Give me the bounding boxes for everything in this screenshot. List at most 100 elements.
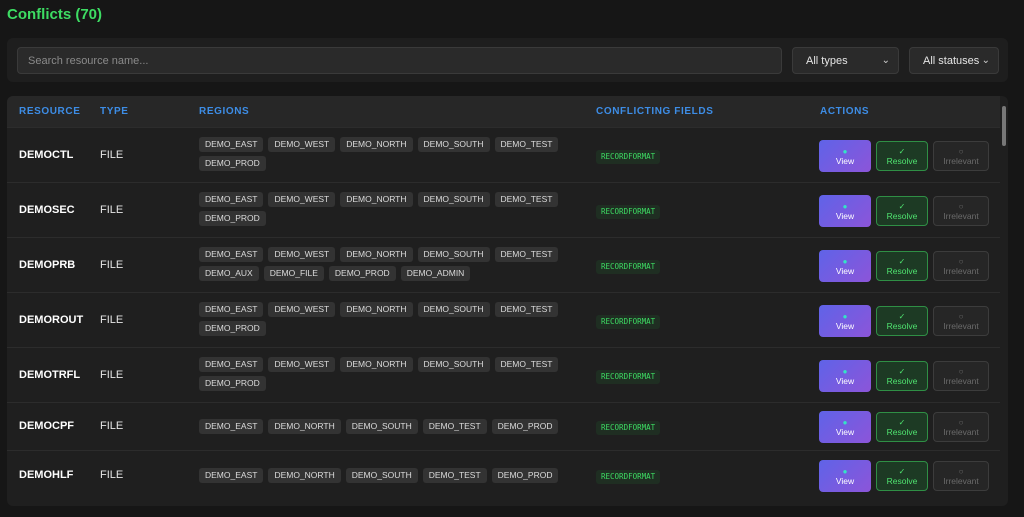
region-chip: DEMO_TEST	[494, 302, 559, 317]
resolve-button[interactable]: ✓ Resolve	[876, 306, 928, 336]
view-button[interactable]: ● View	[819, 250, 871, 282]
conflicting-field-chip: RECORDFORMAT	[596, 370, 661, 384]
irrelevant-label: Irrelevant	[943, 210, 979, 221]
resolve-button[interactable]: ✓ Resolve	[876, 196, 928, 226]
view-button[interactable]: ● View	[819, 360, 871, 392]
resolve-button[interactable]: ✓ Resolve	[876, 461, 928, 491]
region-list: DEMO_EAST DEMO_WEST DEMO_NORTH DEMO_SOUTH DE…	[199, 302, 579, 336]
view-button[interactable]: ● View	[819, 140, 871, 172]
resolve-label: Resolve	[886, 265, 918, 276]
resolve-button[interactable]: ✓ Resolve	[876, 251, 928, 281]
region-list: DEMO_EAST DEMO_WEST DEMO_NORTH DEMO_SOUTH DE…	[199, 192, 579, 226]
region-chip: DEMO_PROD	[199, 321, 266, 336]
resource-name: DEMOTRFL	[19, 369, 81, 381]
column-header-actions: ACTIONS	[820, 106, 870, 117]
dot-icon: ●	[842, 417, 848, 427]
resolve-button[interactable]: ✓ Resolve	[876, 412, 928, 442]
region-list: DEMO_EAST DEMO_NORTH DEMO_SOUTH DEMO_TEST DE…	[199, 468, 579, 483]
view-label: View	[835, 475, 855, 486]
region-chip: DEMO_EAST	[199, 419, 264, 434]
table-row: DEMOPRB FILE DEMO_EAST DEMO_WEST DEMO_NORTH D…	[7, 237, 1000, 292]
view-button[interactable]: ● View	[819, 195, 871, 227]
region-chip: DEMO_TEST	[494, 192, 559, 207]
search-input[interactable]	[17, 47, 782, 74]
status-filter-value: All statuses	[923, 54, 980, 67]
irrelevant-button[interactable]: ○ Irrelevant	[933, 461, 989, 491]
resolve-label: Resolve	[886, 210, 918, 221]
check-icon: ✓	[898, 366, 906, 376]
irrelevant-button[interactable]: ○ Irrelevant	[933, 361, 989, 391]
dot-icon: ●	[842, 311, 848, 321]
circle-icon: ○	[958, 417, 964, 427]
region-chip: DEMO_EAST	[199, 192, 264, 207]
view-button[interactable]: ● View	[819, 305, 871, 337]
chevron-down-icon: ⌄	[881, 55, 890, 66]
resolve-label: Resolve	[886, 375, 918, 386]
table-header: RESOURCE TYPE REGIONS CONFLICTING FIELDS…	[7, 96, 1000, 127]
region-chip: DEMO_SOUTH	[417, 137, 490, 152]
conflicting-field-chip: RECORDFORMAT	[596, 205, 661, 219]
scrollbar-thumb[interactable]	[1002, 106, 1006, 146]
resource-type: FILE	[100, 420, 124, 432]
resource-type: FILE	[100, 369, 124, 381]
dot-icon: ●	[842, 256, 848, 266]
view-label: View	[835, 155, 855, 166]
table-row: DEMOHLF FILE DEMO_EAST DEMO_NORTH DEMO_SOUTH…	[7, 450, 1000, 500]
region-chip: DEMO_EAST	[199, 137, 264, 152]
region-chip: DEMO_PROD	[491, 419, 559, 434]
region-chip: DEMO_EAST	[199, 302, 264, 317]
table-row: DEMOCTL FILE DEMO_EAST DEMO_WEST DEMO_NORTH D…	[7, 127, 1000, 182]
region-chip: DEMO_WEST	[268, 247, 336, 262]
view-button[interactable]: ● View	[819, 460, 871, 492]
dot-icon: ●	[842, 366, 848, 376]
check-icon: ✓	[898, 417, 906, 427]
resource-name: DEMOSEC	[19, 204, 75, 216]
region-chip: DEMO_NORTH	[340, 302, 413, 317]
scrollbar[interactable]	[1002, 102, 1007, 500]
irrelevant-button[interactable]: ○ Irrelevant	[933, 141, 989, 171]
resource-name: DEMOHLF	[19, 469, 74, 481]
column-header-conflicting-fields: CONFLICTING FIELDS	[596, 106, 714, 117]
conflicting-field-chip: RECORDFORMAT	[596, 315, 661, 329]
irrelevant-button[interactable]: ○ Irrelevant	[933, 196, 989, 226]
chevron-down-icon: ⌄	[981, 55, 990, 66]
check-icon: ✓	[898, 311, 906, 321]
dot-icon: ●	[842, 201, 848, 211]
circle-icon: ○	[958, 201, 964, 211]
type-filter-value: All types	[806, 54, 848, 67]
region-chip: DEMO_WEST	[268, 357, 336, 372]
irrelevant-button[interactable]: ○ Irrelevant	[933, 412, 989, 442]
dot-icon: ●	[842, 146, 848, 156]
region-list: DEMO_EAST DEMO_WEST DEMO_NORTH DEMO_SOUTH DE…	[199, 357, 579, 391]
irrelevant-label: Irrelevant	[943, 320, 979, 331]
region-chip: DEMO_SOUTH	[417, 247, 490, 262]
view-button[interactable]: ● View	[819, 411, 871, 443]
conflicting-field-chip: RECORDFORMAT	[596, 260, 661, 274]
resource-name: DEMOCTL	[19, 149, 74, 161]
status-filter-select[interactable]: All statuses ⌄	[909, 47, 999, 74]
circle-icon: ○	[958, 366, 964, 376]
type-filter-select[interactable]: All types ⌄	[792, 47, 899, 74]
region-chip: DEMO_NORTH	[268, 468, 341, 483]
resolve-button[interactable]: ✓ Resolve	[876, 361, 928, 391]
irrelevant-button[interactable]: ○ Irrelevant	[933, 306, 989, 336]
resource-type: FILE	[100, 149, 124, 161]
region-chip: DEMO_WEST	[268, 137, 336, 152]
view-label: View	[835, 210, 855, 221]
region-chip: DEMO_PROD	[199, 156, 266, 171]
region-chip: DEMO_TEST	[422, 419, 487, 434]
circle-icon: ○	[958, 466, 964, 476]
irrelevant-button[interactable]: ○ Irrelevant	[933, 251, 989, 281]
region-chip: DEMO_ADMIN	[400, 266, 471, 281]
resolve-button[interactable]: ✓ Resolve	[876, 141, 928, 171]
region-list: DEMO_EAST DEMO_WEST DEMO_NORTH DEMO_SOUTH DE…	[199, 247, 579, 281]
irrelevant-label: Irrelevant	[943, 375, 979, 386]
resource-type: FILE	[100, 469, 124, 481]
resolve-label: Resolve	[886, 426, 918, 437]
view-label: View	[835, 426, 855, 437]
irrelevant-label: Irrelevant	[943, 155, 979, 166]
column-header-type: TYPE	[100, 106, 129, 117]
region-chip: DEMO_PROD	[491, 468, 559, 483]
view-label: View	[835, 265, 855, 276]
region-chip: DEMO_PROD	[328, 266, 396, 281]
